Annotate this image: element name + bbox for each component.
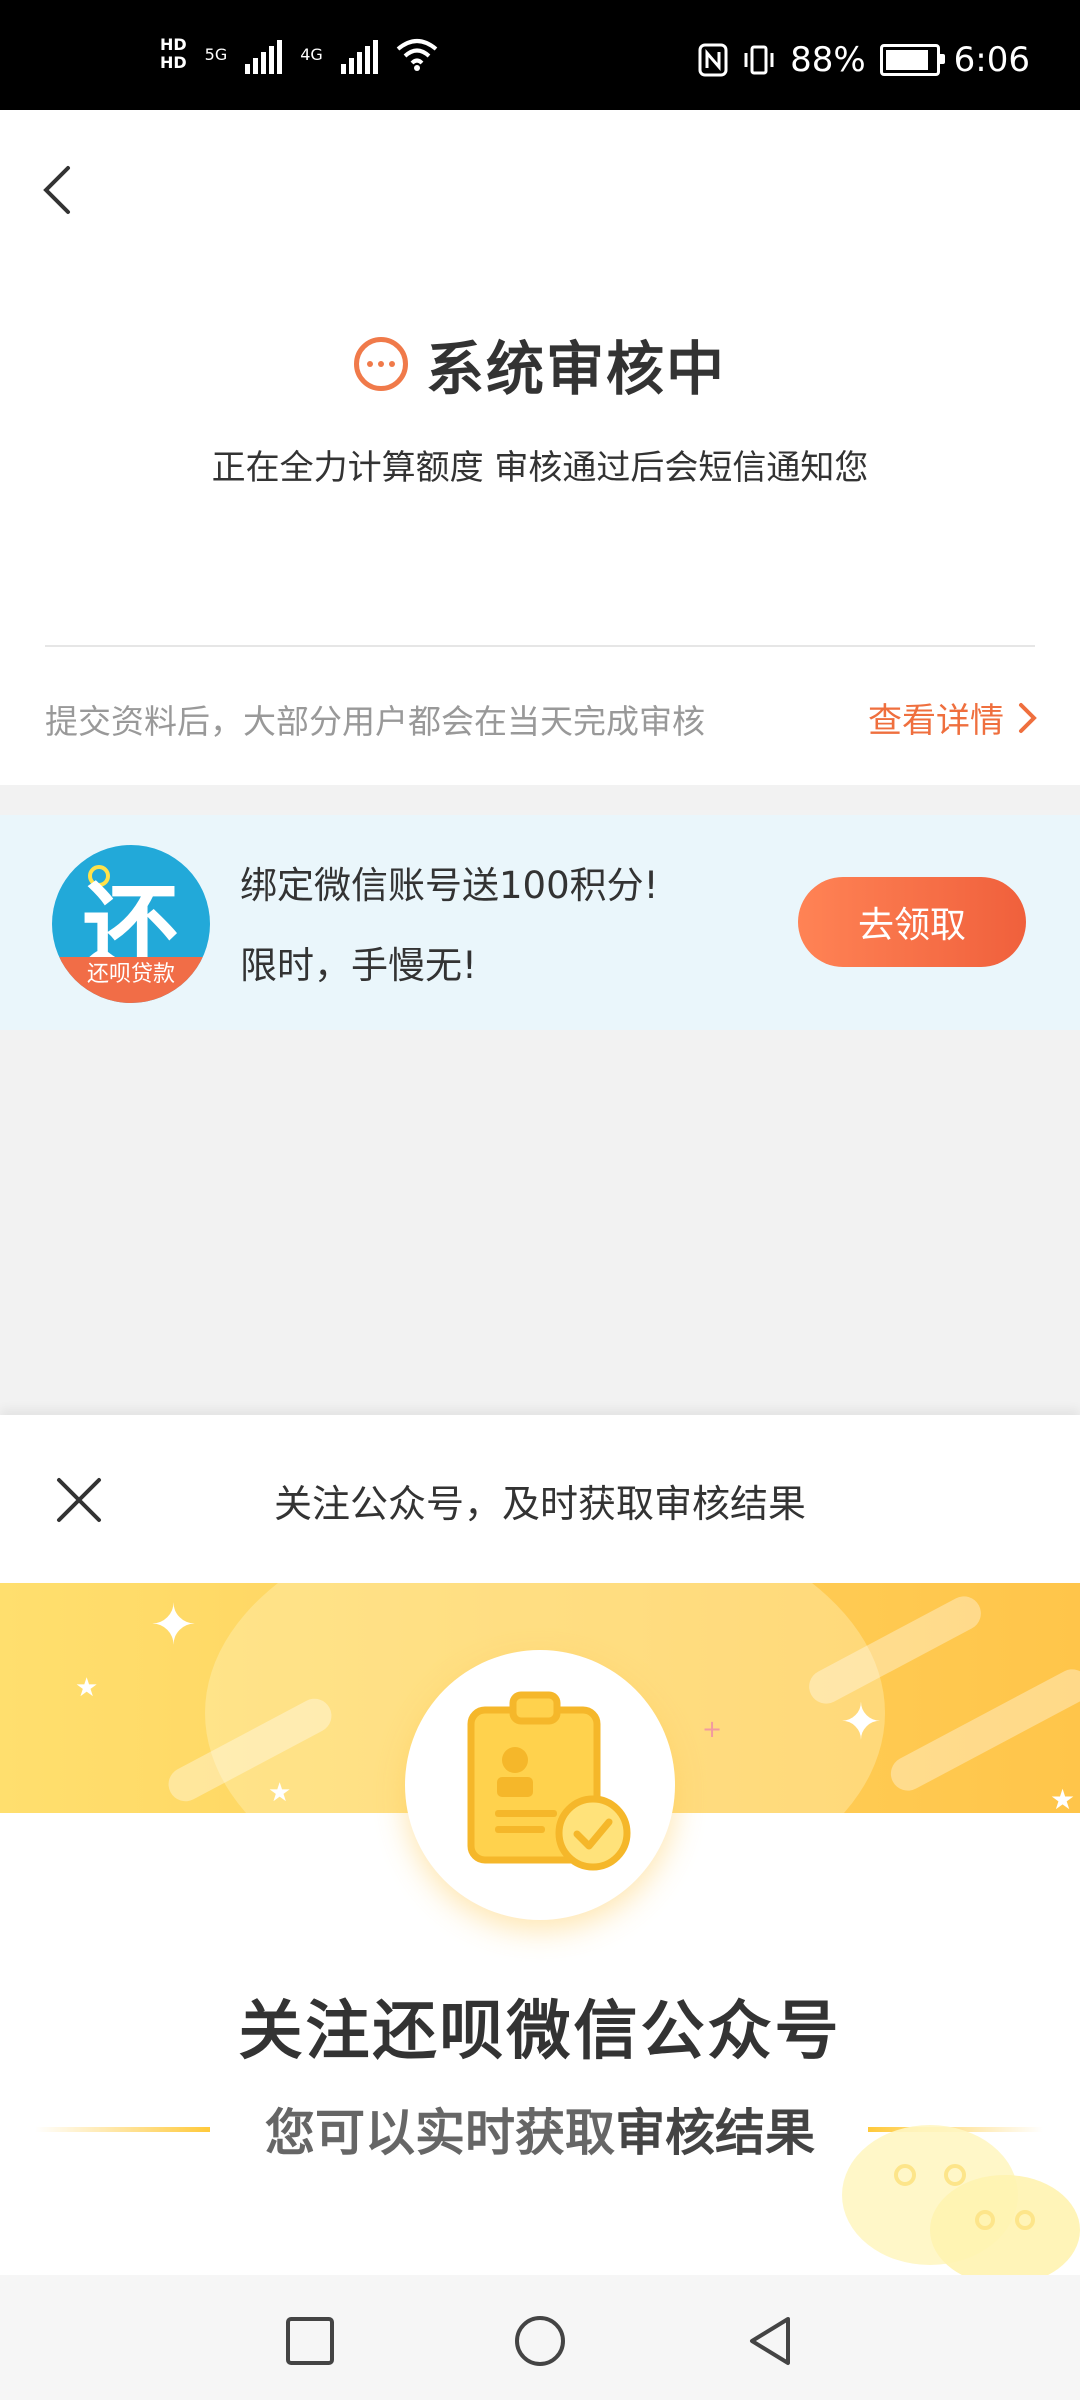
clipboard-check-icon bbox=[467, 1691, 631, 1871]
status-bar-right: 88% 6:06 bbox=[698, 40, 1030, 80]
circle-home-icon[interactable] bbox=[512, 2313, 568, 2369]
status-bar: HD HD 5G 4G 88% 6:06 bbox=[0, 0, 1080, 110]
divider bbox=[45, 645, 1035, 647]
chevron-right-icon bbox=[1019, 702, 1037, 733]
sparkle-icon: ✦ bbox=[840, 1693, 882, 1751]
promo-line-2: 限时，手慢无! bbox=[240, 944, 477, 987]
view-details-link[interactable]: 查看详情 bbox=[868, 693, 1040, 742]
sparkle-icon: ✦ bbox=[150, 1593, 197, 1658]
banner-streak bbox=[884, 1663, 1080, 1797]
status-bar-left: HD HD 5G 4G bbox=[160, 34, 438, 74]
follow-subtitle-prefix: 您可以实时获取 bbox=[265, 2104, 615, 2162]
app-logo: 还 还呗贷款 bbox=[52, 845, 210, 1003]
sparkle-icon: ★ bbox=[268, 1778, 292, 1808]
vibrate-icon bbox=[744, 45, 774, 75]
promo-line-1: 绑定微信账号送100积分! bbox=[240, 864, 659, 907]
status-subtitle: 正在全力计算额度 审核通过后会短信通知您 bbox=[211, 448, 869, 488]
claim-button[interactable]: 去领取 bbox=[798, 877, 1026, 967]
network-5g-label: 5G bbox=[204, 44, 228, 64]
battery-fill bbox=[885, 50, 928, 70]
review-note: 提交资料后，大部分用户都会在当天完成审核 bbox=[45, 702, 705, 741]
square-recents-icon[interactable] bbox=[282, 2313, 338, 2369]
wifi-icon bbox=[396, 39, 438, 71]
hd1-label: HD bbox=[160, 35, 187, 54]
illustration-circle bbox=[405, 1650, 675, 1920]
back-arrow-icon[interactable] bbox=[36, 160, 86, 220]
sparkle-icon: ★ bbox=[1050, 1783, 1076, 1813]
follow-subtitle-highlight: 审核结果 bbox=[615, 2104, 815, 2162]
review-pending-icon bbox=[353, 337, 408, 391]
status-title-row: 系统审核中 bbox=[0, 322, 1080, 406]
follow-account-sheet: 关注公众号，及时获取审核结果 ✦ ★ ★ ✦ ★ + 关注还呗微信公众号 您可以… bbox=[0, 1415, 1080, 2275]
logo-brand: 还呗贷款 bbox=[52, 957, 210, 1003]
sheet-title: 关注公众号，及时获取审核结果 bbox=[273, 1482, 806, 1526]
sparkle-icon: ★ bbox=[75, 1673, 99, 1703]
network-4g-label: 4G bbox=[300, 44, 323, 64]
signal-4g-icon bbox=[340, 34, 378, 74]
battery-percent: 88% bbox=[790, 40, 866, 80]
plus-sparkle-icon: + bbox=[702, 1715, 723, 1743]
wechat-bind-promo: 还 还呗贷款 绑定微信账号送100积分! 限时，手慢无! 去领取 bbox=[0, 815, 1080, 1030]
hd2-label: HD bbox=[160, 53, 187, 72]
nfc-icon bbox=[698, 43, 728, 77]
wechat-icon bbox=[842, 2125, 1080, 2275]
signal-5g-icon bbox=[245, 34, 283, 74]
review-status-card: 系统审核中 正在全力计算额度 审核通过后会短信通知您 提交资料后，大部分用户都会… bbox=[0, 110, 1080, 785]
follow-heading: 关注还呗微信公众号 bbox=[238, 1995, 842, 2069]
battery-icon bbox=[879, 44, 945, 76]
triangle-back-icon[interactable] bbox=[742, 2313, 798, 2369]
page-title: 系统审核中 bbox=[425, 335, 726, 403]
clock: 6:06 bbox=[953, 40, 1030, 80]
view-details-label: 查看详情 bbox=[868, 701, 1004, 741]
hd-indicators: HD HD bbox=[160, 36, 187, 72]
system-nav-bar bbox=[0, 2275, 1080, 2400]
